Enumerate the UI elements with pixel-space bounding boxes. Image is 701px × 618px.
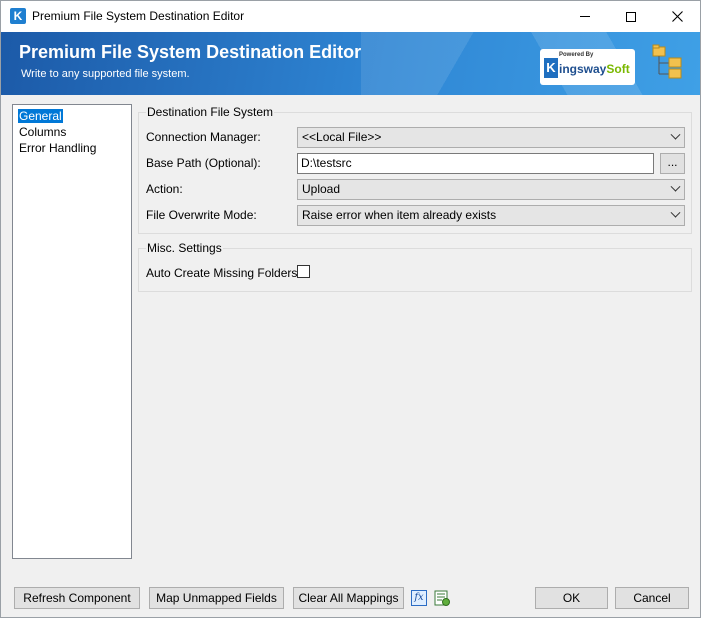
nav-item-general[interactable]: General <box>18 109 63 123</box>
minimize-button[interactable] <box>562 1 608 32</box>
folder-tree-icon <box>652 44 682 79</box>
brand-name-main: ingsway <box>559 62 607 76</box>
maximize-icon <box>626 11 636 22</box>
chevron-down-icon <box>670 181 681 192</box>
chevron-down-icon <box>670 207 681 218</box>
nav-item-columns[interactable]: Columns <box>18 125 67 139</box>
refresh-component-button[interactable]: Refresh Component <box>14 587 140 609</box>
action-dropdown[interactable]: Upload <box>297 179 685 200</box>
map-unmapped-fields-button[interactable]: Map Unmapped Fields <box>149 587 284 609</box>
overwrite-mode-value: Raise error when item already exists <box>302 208 497 222</box>
auto-create-folders-checkbox[interactable] <box>297 265 310 278</box>
connection-manager-value: <<Local File>> <box>302 130 382 144</box>
cancel-button[interactable]: Cancel <box>615 587 689 609</box>
banner-subtitle: Write to any supported file system. <box>21 68 190 80</box>
brand-name-soft: Soft <box>606 62 630 76</box>
banner-title: Premium File System Destination Editor <box>19 42 362 62</box>
ok-button[interactable]: OK <box>535 587 608 609</box>
misc-settings-group-label: Misc. Settings <box>146 241 223 255</box>
close-icon <box>671 11 683 22</box>
editor-window: K Premium File System Destination Editor… <box>0 0 701 618</box>
header-banner: Premium File System Destination Editor W… <box>1 32 700 95</box>
nav-item-error-handling[interactable]: Error Handling <box>18 141 97 155</box>
browse-button[interactable]: ... <box>660 153 685 174</box>
kingswaysoft-logo: Powered By K ingswaySoft <box>540 49 635 85</box>
title-bar[interactable]: K Premium File System Destination Editor <box>1 1 700 32</box>
destination-group-label: Destination File System <box>146 105 275 119</box>
overwrite-mode-dropdown[interactable]: Raise error when item already exists <box>297 205 685 226</box>
close-button[interactable] <box>654 1 700 32</box>
maximize-button[interactable] <box>608 1 654 32</box>
brand-powered-text: Powered By <box>559 52 594 58</box>
brand-k-icon: K <box>544 58 558 78</box>
connection-manager-label: Connection Manager: <box>146 130 261 144</box>
settings-sheet-icon[interactable] <box>434 590 450 606</box>
app-logo-icon: K <box>10 8 26 24</box>
overwrite-mode-label: File Overwrite Mode: <box>146 208 257 222</box>
base-path-input[interactable]: D:\testsrc <box>297 153 654 174</box>
base-path-label: Base Path (Optional): <box>146 156 261 170</box>
connection-manager-dropdown[interactable]: <<Local File>> <box>297 127 685 148</box>
brand-name: ingswaySoft <box>559 62 630 76</box>
auto-create-folders-label: Auto Create Missing Folders: <box>146 266 301 280</box>
page-navigation-list[interactable]: General Columns Error Handling <box>12 104 132 559</box>
banner-decoration <box>361 32 700 95</box>
minimize-icon <box>580 16 590 17</box>
expression-fx-icon[interactable]: fx <box>411 590 427 606</box>
action-label: Action: <box>146 182 183 196</box>
clear-all-mappings-button[interactable]: Clear All Mappings <box>293 587 404 609</box>
window-title: Premium File System Destination Editor <box>32 9 245 23</box>
action-value: Upload <box>302 182 341 196</box>
chevron-down-icon <box>670 129 681 140</box>
